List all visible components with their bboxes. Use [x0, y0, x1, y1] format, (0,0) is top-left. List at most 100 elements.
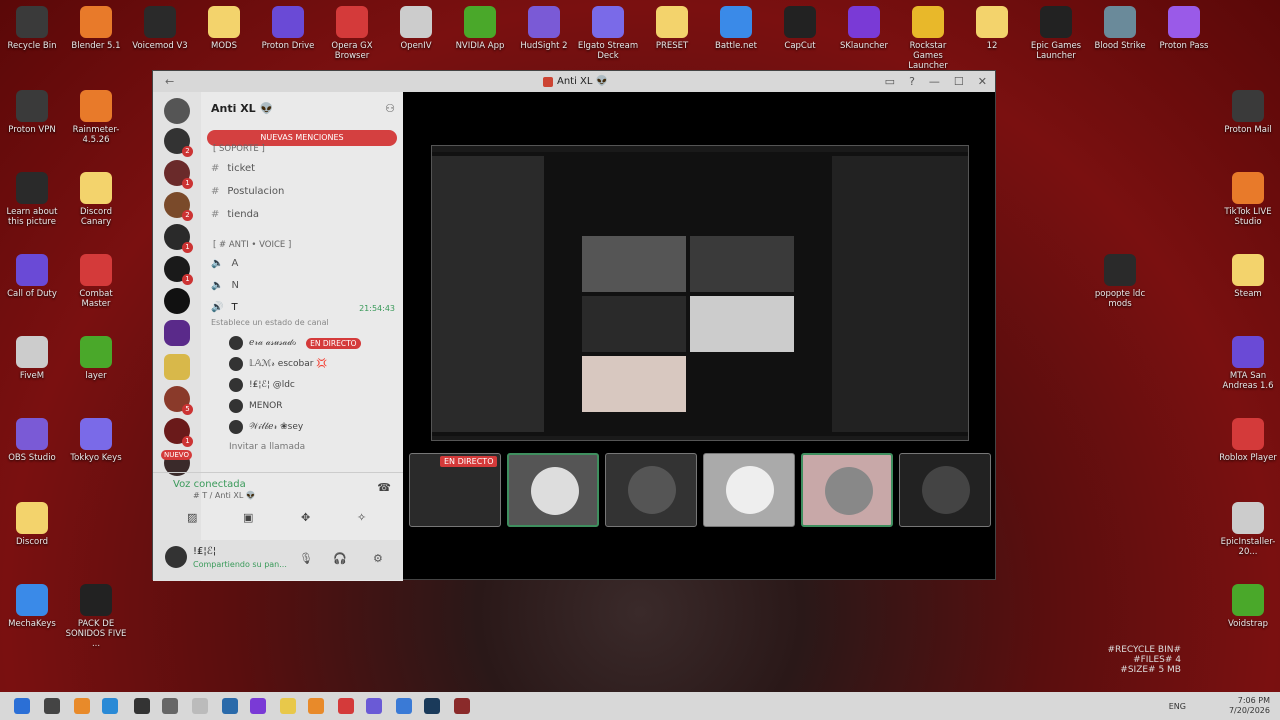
voice-channel-t[interactable]: 🔊 T — [211, 302, 238, 313]
desktop-icon[interactable]: Learn about this picture — [0, 168, 64, 227]
channel-postulacion[interactable]: # Postulacion — [211, 186, 284, 197]
task-view-icon[interactable] — [44, 698, 60, 714]
desktop-icon[interactable]: Battle.net — [704, 2, 768, 51]
desktop-icon[interactable]: Opera GX Browser — [320, 2, 384, 61]
avatar[interactable] — [165, 546, 187, 568]
guild-icon[interactable]: 2 — [164, 128, 193, 157]
opera-icon[interactable] — [338, 698, 354, 714]
desktop-icon[interactable]: Voicemod V3 — [128, 2, 192, 51]
file-icon[interactable] — [192, 698, 208, 714]
soundboard-icon[interactable]: ✧ — [357, 511, 366, 524]
clock-time[interactable]: 7:06 PM — [1229, 696, 1270, 706]
help-icon[interactable]: ? — [909, 75, 915, 88]
steam-icon[interactable] — [424, 698, 440, 714]
desktop-icon[interactable]: Discord — [0, 498, 64, 547]
desktop-icon[interactable]: TikTok LIVE Studio — [1216, 168, 1280, 227]
desktop-icon[interactable]: OpenIV — [384, 2, 448, 51]
language-indicator[interactable]: ENG — [1169, 702, 1186, 712]
desktop-icon[interactable]: Proton Pass — [1152, 2, 1216, 51]
screen-share-icon[interactable]: ▣ — [243, 511, 253, 524]
channel-ticket[interactable]: # ticket — [211, 163, 255, 174]
voice-channel-n[interactable]: 🔈 N — [211, 280, 239, 291]
desktop-icon[interactable]: Discord Canary — [64, 168, 128, 227]
add-member-icon[interactable]: ⚇ — [385, 102, 395, 115]
guild-icon[interactable]: 1 — [164, 418, 193, 447]
desktop-icon[interactable]: Roblox Player — [1216, 414, 1280, 463]
desktop-icon[interactable]: PACK DE SONIDOS FIVE ... — [64, 580, 128, 649]
desktop-icon[interactable]: layer — [64, 332, 128, 381]
guild-icon[interactable]: 5 — [164, 386, 193, 415]
back-arrow-icon[interactable]: ← — [165, 75, 174, 88]
desktop-icon[interactable]: Call of Duty — [0, 250, 64, 299]
desktop-icon[interactable]: Tokkyo Keys — [64, 414, 128, 463]
app-icon[interactable] — [162, 698, 178, 714]
channel-tienda[interactable]: # tienda — [211, 209, 259, 220]
start-icon[interactable] — [14, 698, 30, 714]
desktop-icon[interactable]: HudSight 2 — [512, 2, 576, 51]
voice-channel-a[interactable]: 🔈 A — [211, 258, 238, 269]
desktop-icon[interactable]: Blood Strike — [1088, 2, 1152, 51]
channel-status-placeholder[interactable]: Establece un estado de canal — [211, 318, 329, 327]
desktop-icon[interactable]: Recycle Bin — [0, 2, 64, 51]
app-icon[interactable] — [454, 698, 470, 714]
guild-icon[interactable] — [164, 288, 190, 314]
guild-icon[interactable]: 2 — [164, 192, 193, 221]
invite-to-call[interactable]: Invitar a llamada — [229, 442, 305, 452]
headphones-icon[interactable]: 🎧 — [333, 552, 347, 565]
guild-icon[interactable]: 1 — [164, 256, 193, 285]
desktop-icon[interactable]: Rockstar Games Launcher — [896, 2, 960, 71]
voice-user[interactable]: 𝕃𝔸ℳ𝓇 escobar 💢 — [229, 357, 327, 371]
voice-user[interactable]: !₤¦ℰ¦ @ldc — [229, 378, 295, 392]
server-name[interactable]: Anti XL 👽 — [211, 102, 273, 115]
clock-date[interactable]: 7/20/2026 — [1229, 706, 1270, 716]
voice-user[interactable]: ℯ𝓇𝒶 𝒶𝓈𝓊𝓈𝒶𝒹ℴ EN DIRECTO — [229, 336, 361, 350]
app-icon[interactable] — [102, 698, 118, 714]
voice-location[interactable]: # T / Anti XL 👽 — [193, 491, 256, 500]
desktop-icon[interactable]: CapCut — [768, 2, 832, 51]
desktop-icon[interactable]: 12 — [960, 2, 1024, 51]
disconnect-icon[interactable]: ☎ — [377, 481, 391, 494]
desktop-icon[interactable]: MTA San Andreas 1.6 — [1216, 332, 1280, 391]
desktop-icon[interactable]: MechaKeys — [0, 580, 64, 629]
guild-icon[interactable]: 1 — [164, 224, 193, 253]
guild-icon[interactable] — [164, 320, 190, 346]
desktop-icon[interactable]: Blender 5.1 — [64, 2, 128, 51]
close-icon[interactable]: ✕ — [978, 75, 987, 88]
desktop-icon[interactable]: Proton VPN — [0, 86, 64, 135]
app-icon[interactable] — [396, 698, 412, 714]
maximize-icon[interactable]: ☐ — [954, 75, 964, 88]
discord-home-icon[interactable] — [164, 98, 190, 124]
cursor-app-icon[interactable] — [134, 698, 150, 714]
participant-tile[interactable] — [801, 453, 893, 527]
category-support[interactable]: [ SOPORTE ] — [213, 144, 265, 154]
stream-thumbnail[interactable]: EN DIRECTO — [409, 453, 501, 527]
app-icon[interactable] — [74, 698, 90, 714]
desktop-icon[interactable]: Proton Mail — [1216, 86, 1280, 135]
activities-icon[interactable]: ✥ — [301, 511, 310, 524]
inbox-icon[interactable]: ▭ — [885, 75, 895, 88]
participant-tile[interactable] — [605, 453, 697, 527]
desktop-icon[interactable]: popopte ldc mods — [1088, 250, 1152, 309]
desktop-icon[interactable]: MODS — [192, 2, 256, 51]
desktop-icon[interactable]: FiveM — [0, 332, 64, 381]
voice-user[interactable]: 𝒲𝒾𝓁𝒷ℯ𝓇 ❀sey — [229, 420, 303, 434]
app-icon[interactable] — [222, 698, 238, 714]
file-explorer-icon[interactable] — [280, 698, 296, 714]
settings-gear-icon[interactable]: ⚙ — [373, 552, 383, 565]
participant-tile[interactable] — [507, 453, 599, 527]
desktop-icon[interactable]: Voidstrap — [1216, 580, 1280, 629]
participant-tile[interactable] — [703, 453, 795, 527]
desktop-icon[interactable]: EpicInstaller-20... — [1216, 498, 1280, 557]
minimize-icon[interactable]: — — [929, 75, 940, 88]
microphone-icon[interactable]: 🎙 — [299, 552, 313, 565]
desktop-icon[interactable]: Steam — [1216, 250, 1280, 299]
desktop-icon[interactable]: Rainmeter-4.5.26 — [64, 86, 128, 145]
desktop-icon[interactable]: PRESET — [640, 2, 704, 51]
guild-icon[interactable]: 1 — [164, 160, 193, 189]
desktop-icon[interactable]: SKlauncher — [832, 2, 896, 51]
desktop-icon[interactable]: Epic Games Launcher — [1024, 2, 1088, 61]
discord-icon[interactable] — [366, 698, 382, 714]
app-icon[interactable] — [250, 698, 266, 714]
desktop-icon[interactable]: Elgato Stream Deck — [576, 2, 640, 61]
participant-tile[interactable] — [899, 453, 991, 527]
